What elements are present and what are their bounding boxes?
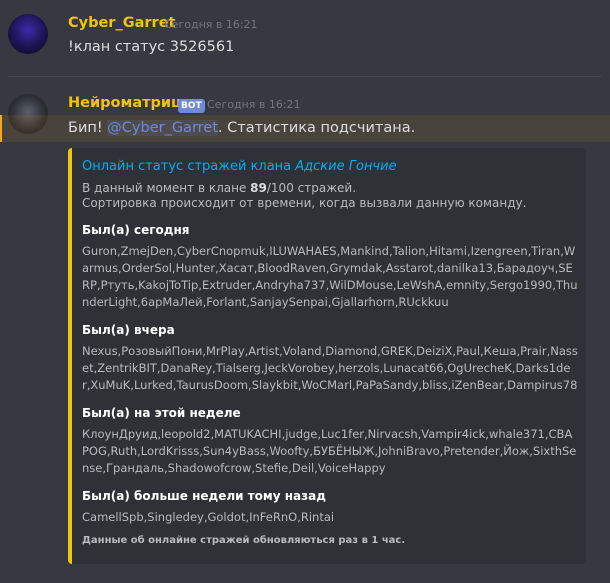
message-text-suffix: . Статистика подсчитана. [217, 120, 416, 136]
user-avatar[interactable] [8, 14, 48, 54]
mention-highlight: Бип! @Cyber_Garret. Статистика подсчитан… [0, 115, 610, 142]
message-text-prefix: Бип! [68, 120, 108, 136]
field-value-yesterday: Nexus,РозовыйПони,MrPlay,Artist,Voland,D… [82, 344, 578, 392]
field-value-today: Guron,ZmejDen,CyberCnopmuk,ILUWAHAES,Man… [82, 244, 578, 309]
embed-body: Онлайн статус стражей клана Адские Гончи… [82, 158, 578, 547]
message-timestamp: Сегодня в 16:21 [207, 98, 301, 111]
author-username[interactable]: Cyber_Garret [68, 15, 175, 31]
message-content: !клан статус 3526561 [68, 39, 235, 55]
field-value-over-week: CamellSpb,Singledey,Goldot,InFeRnO,Rinta… [82, 510, 335, 524]
embed-color-bar [68, 148, 72, 564]
message-timestamp: Сегодня в 16:21 [164, 18, 258, 31]
embed-title-text: Онлайн статус стражей клана [82, 159, 296, 174]
field-name-today: Был(а) сегодня [82, 223, 190, 237]
bot-badge: BOT [178, 99, 205, 113]
member-count-line: В данный момент в клане 89/100 стражей. [82, 181, 578, 196]
field-name-yesterday: Был(а) вчера [82, 323, 175, 337]
field-value-this-week: КлоунДруид,leopold2,MATUKACHI,judge,Luc1… [82, 427, 577, 475]
sort-note: Сортировка происходит от времени, когда … [82, 196, 527, 210]
mention-highlight-bar [0, 115, 2, 142]
clan-name: Адские Гончие [295, 159, 397, 174]
user-mention[interactable]: @Cyber_Garret [107, 120, 218, 136]
embed-description: В данный момент в клане 89/100 стражей. … [82, 181, 578, 211]
member-count-suffix: /100 стражей. [266, 181, 357, 195]
status-embed: Онлайн статус стражей клана Адские Гончи… [68, 148, 586, 564]
embed-title[interactable]: Онлайн статус стражей клана Адские Гончи… [82, 158, 578, 175]
field-name-this-week: Был(а) на этой неделе [82, 406, 241, 420]
message-content: Бип! @Cyber_Garret. Статистика подсчитан… [68, 120, 415, 136]
member-count: 89 [250, 181, 267, 195]
field-name-over-week: Был(а) больше недели тому назад [82, 489, 326, 503]
message-divider [8, 76, 602, 77]
member-count-prefix: В данный момент в клане [82, 181, 251, 195]
message-1: Cyber_Garret Сегодня в 16:21 !клан стату… [0, 0, 610, 78]
bot-username[interactable]: Нейроматрица [68, 95, 192, 111]
embed-footer: Данные об онлайне стражей обновляються р… [82, 535, 406, 546]
